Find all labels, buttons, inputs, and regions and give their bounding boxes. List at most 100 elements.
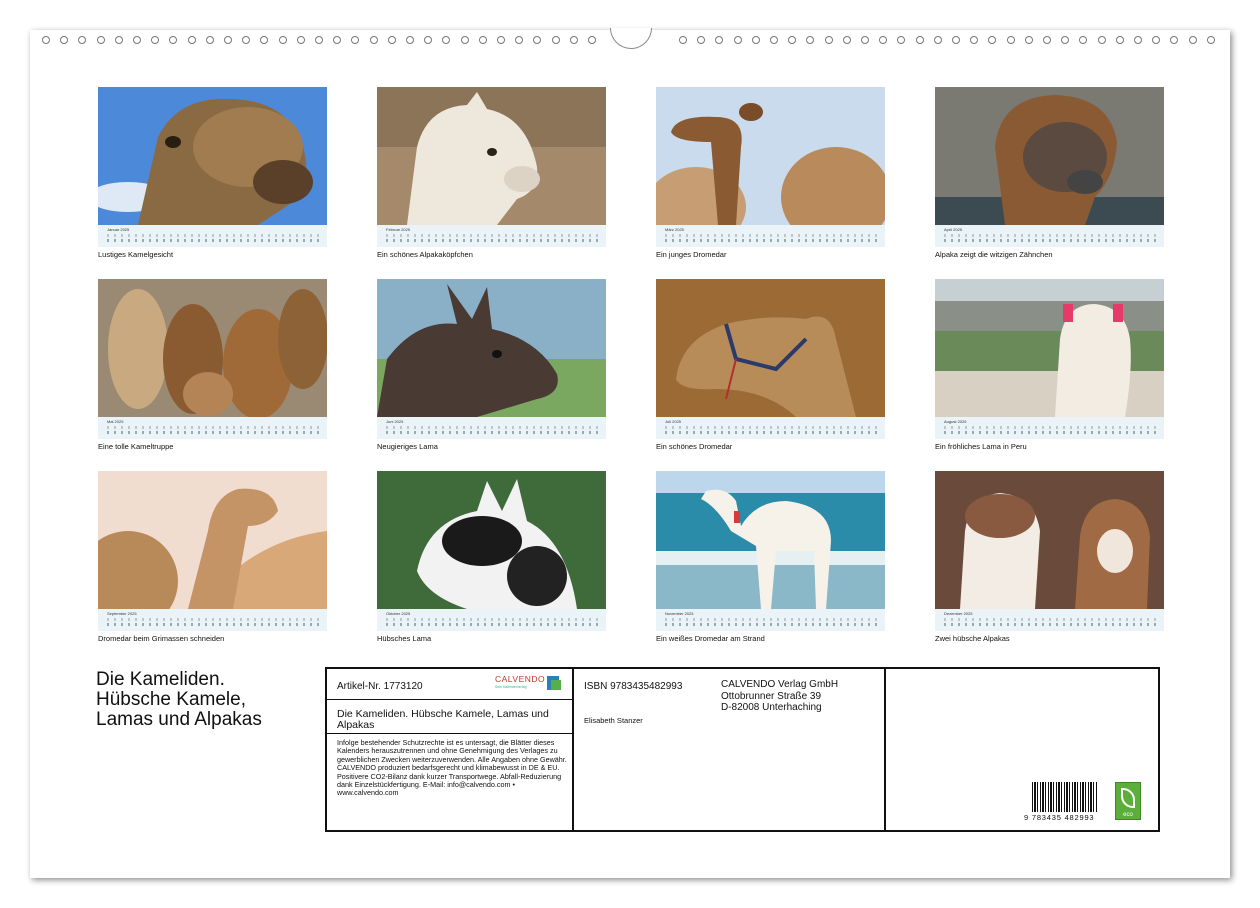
month-photo	[656, 471, 885, 609]
binding-ring-icon	[1043, 36, 1051, 44]
calendar-strip: August 2025	[935, 417, 1164, 439]
binding-ring-icon	[114, 36, 123, 44]
month-photo	[935, 471, 1164, 609]
month-tile-juli: Juli 2025 Ein schönes Dromedar	[656, 279, 885, 451]
calendar-strip: Februar 2025	[377, 225, 606, 247]
month-photo	[98, 87, 327, 225]
publisher-line: Ottobrunner Straße 39	[721, 690, 822, 702]
calendar-title: Die Kameliden. Hübsche Kamele, Lamas und…	[96, 670, 262, 730]
month-tile-november: November 2025 Ein weißes Dromedar am Str…	[656, 471, 885, 643]
calendar-strip: Mai 2025	[98, 417, 327, 439]
month-name: November 2025	[665, 611, 694, 616]
month-name: Mai 2025	[107, 419, 124, 424]
month-tile-september: September 2025 Dromedar beim Grimassen s…	[98, 471, 327, 643]
hanger-notch	[610, 28, 652, 49]
photo-caption: Ein schönes Dromedar	[656, 442, 733, 451]
publisher-line: D-82008 Unterhaching	[721, 702, 822, 713]
month-name: Juli 2025	[665, 419, 682, 424]
binding-ring-icon	[788, 36, 797, 44]
month-name: Januar 2025	[107, 227, 130, 232]
photo-caption: Ein schönes Alpakaköpfchen	[377, 250, 473, 259]
binding-ring-icon	[679, 36, 687, 44]
month-photo	[377, 87, 606, 225]
binding-ring-icon	[369, 36, 378, 44]
calendar-strip: Oktober 2025	[377, 609, 606, 631]
legal-notice: Infolge bestehender Schutzrechte ist es …	[337, 738, 567, 798]
month-photo	[98, 471, 327, 609]
binding-ring-icon	[970, 36, 979, 44]
photo-caption: Hübsches Lama	[377, 634, 432, 643]
binding-ring-icon	[715, 36, 724, 44]
binding-ring-icon	[770, 36, 778, 44]
month-tile-maerz: März 2025 Ein junges Dromedar	[656, 87, 885, 259]
binding-ring-icon	[387, 36, 396, 44]
month-tile-oktober: Oktober 2025 Hübsches Lama	[377, 471, 606, 643]
binding-ring-icon	[952, 36, 960, 44]
binding-ring-icon	[260, 36, 269, 44]
barcode: 9 783435 482993	[1024, 782, 1098, 822]
binding-ring-icon	[897, 36, 906, 44]
isbn: ISBN 9783435482993	[584, 681, 683, 692]
info-column-middle: ISBN 9783435482993 Elisabeth Stanzer CAL…	[574, 669, 886, 830]
month-photo	[377, 279, 606, 417]
month-name: August 2025	[944, 419, 967, 424]
binding-ring-icon	[1024, 36, 1033, 44]
binding-ring-icon	[879, 36, 888, 44]
month-name: Oktober 2025	[386, 611, 411, 616]
binding-ring-icon	[315, 36, 323, 44]
binding-ring-icon	[497, 36, 505, 44]
binding-ring-icon	[551, 36, 560, 44]
binding-ring-icon	[988, 36, 997, 44]
binding-ring-icon	[424, 36, 433, 44]
month-tile-dezember: Dezember 2025 Zwei hübsche Alpakas	[935, 471, 1164, 643]
photo-caption: Ein fröhliches Lama in Peru	[935, 442, 1027, 451]
calendar-strip: Juli 2025	[656, 417, 885, 439]
calendar-strip: November 2025	[656, 609, 885, 631]
author: Elisabeth Stanzer	[584, 716, 643, 725]
binding-ring-icon	[1152, 36, 1161, 44]
binding-ring-icon	[1170, 36, 1179, 44]
binding-ring-icon	[533, 36, 542, 44]
binding-ring-icon	[96, 36, 105, 44]
binding-ring-icon	[915, 36, 924, 44]
month-name: April 2025	[944, 227, 963, 232]
binding-ring-icon	[842, 36, 851, 44]
binding-ring-icon	[133, 36, 141, 44]
binding-ring-icon	[697, 36, 706, 44]
binding-rings	[30, 28, 1230, 50]
publisher-line: CALVENDO Verlag GmbH	[721, 679, 839, 690]
photo-caption: Eine tolle Kameltruppe	[98, 442, 174, 451]
month-tile-mai: Mai 2025 Eine tolle Kameltruppe	[98, 279, 327, 451]
month-photo	[377, 471, 606, 609]
binding-ring-icon	[588, 36, 596, 44]
calendar-back-cover: Januar 2025 Lustiges Kamelgesicht Februa…	[30, 28, 1230, 878]
month-photo	[935, 87, 1164, 225]
info-column-left: Artikel-Nr. 1773120 CALVENDO Sein Kalend…	[327, 669, 574, 830]
calvendo-logo: CALVENDO Sein Kalenderverlag	[495, 674, 561, 694]
title-line: Lamas und Alpakas	[96, 709, 262, 730]
barcode-number: 9 783435 482993	[1024, 813, 1095, 822]
month-tile-juni: Juni 2025 Neugieriges Lama	[377, 279, 606, 451]
binding-ring-icon	[333, 36, 342, 44]
photo-caption: Alpaka zeigt die witzigen Zähnchen	[935, 250, 1053, 259]
calendar-strip: Januar 2025	[98, 225, 327, 247]
binding-ring-icon	[861, 36, 869, 44]
binding-ring-icon	[1097, 36, 1106, 44]
photo-caption: Lustiges Kamelgesicht	[98, 250, 174, 259]
title-line: Die Kameliden.	[96, 669, 225, 690]
month-tile-april: April 2025 Alpaka zeigt die witzigen Zäh…	[935, 87, 1164, 259]
binding-ring-icon	[42, 36, 50, 44]
month-name: Dezember 2025	[944, 611, 973, 616]
article-number: Artikel-Nr. 1773120	[337, 681, 423, 692]
month-photo	[656, 87, 885, 225]
barcode-bars-icon	[1032, 782, 1098, 812]
binding-ring-icon	[296, 36, 305, 44]
calendar-strip: April 2025	[935, 225, 1164, 247]
binding-ring-icon	[351, 36, 360, 44]
article-row: Artikel-Nr. 1773120 CALVENDO Sein Kalend…	[327, 669, 572, 700]
divider	[327, 733, 572, 734]
binding-ring-icon	[1006, 36, 1015, 44]
logo-subline: Sein Kalenderverlag	[495, 685, 527, 689]
binding-ring-icon	[205, 36, 214, 44]
month-name: März 2025	[665, 227, 684, 232]
